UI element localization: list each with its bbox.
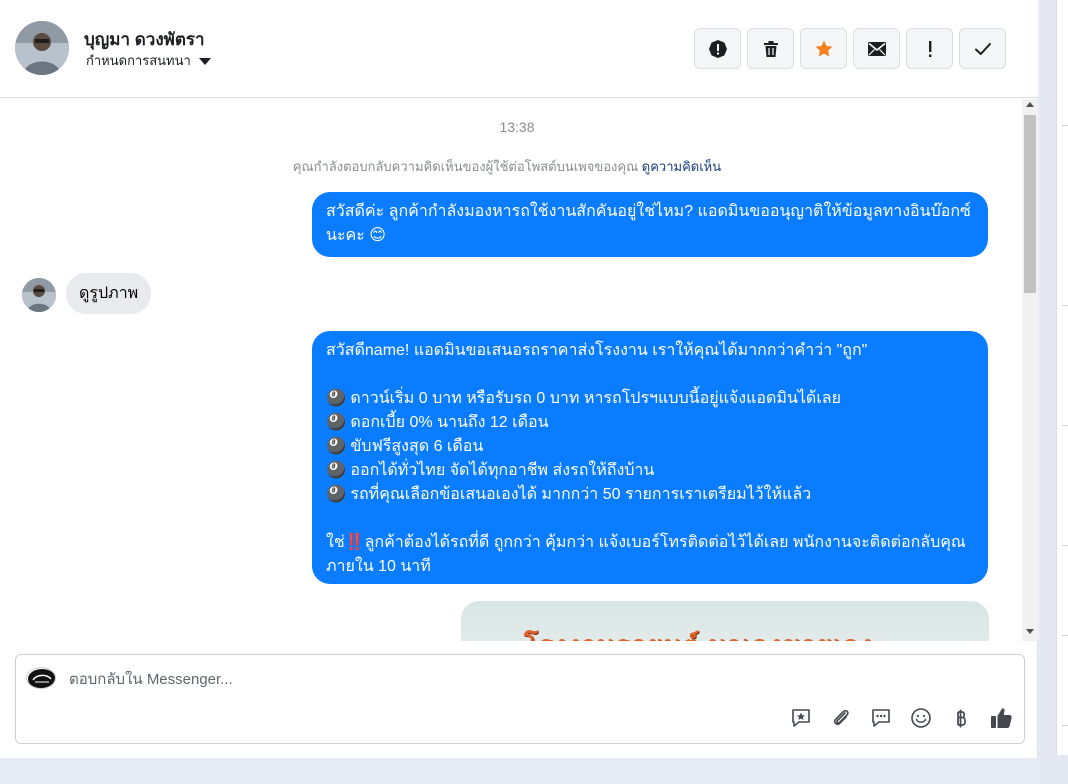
contact-avatar[interactable] [15,21,69,75]
trash-icon [763,40,778,57]
right-panel-divider [1062,425,1068,426]
conversation-panel: บุญมา ดวงพัตรา กำหนดการสนทนา 13:38 คุณกำ… [0,0,1038,758]
right-side-panel [1056,0,1068,755]
chat-bubble-icon[interactable] [869,706,893,730]
priority-button[interactable] [906,28,953,69]
exclamation-icon [928,40,931,57]
attachment-icon[interactable] [829,706,853,730]
done-button[interactable] [959,28,1006,69]
delete-button[interactable] [747,28,794,69]
thumbs-up-icon[interactable] [989,706,1013,730]
check-icon [974,42,991,55]
contact-name: บุญมา ดวงพัตรา [84,30,205,49]
mark-unread-button[interactable] [853,28,900,69]
baht-icon[interactable] [949,706,973,730]
view-comment-link[interactable]: ดูความคิดเห็น [642,159,721,174]
page-avatar [26,667,56,689]
assign-conversation-label: กำหนดการสนทนา [86,53,191,68]
assign-conversation-dropdown[interactable]: กำหนดการสนทนา [86,50,211,71]
incoming-message[interactable]: ดูรูปภาพ [66,273,152,314]
caret-down-icon [198,58,211,65]
saved-reply-icon[interactable] [789,706,813,730]
scroll-up-arrow-icon[interactable] [1026,102,1034,107]
message-list: 13:38 คุณกำลังตอบกลับความคิดเห็นของผู้ใช… [2,99,1022,641]
image-message[interactable]: โรงงานรถยนต์ มาเองขายเอง [461,601,989,641]
composer-toolbar [789,706,1013,730]
reply-context-note: คุณกำลังตอบกลับความคิดเห็นของผู้ใช้ต่อโพ… [2,156,1012,177]
right-panel-divider [1062,305,1068,306]
report-button[interactable] [694,28,741,69]
message-timestamp: 13:38 [499,119,535,135]
right-panel-divider [1062,125,1068,126]
scroll-down-arrow-icon[interactable] [1026,629,1034,634]
image-caption-text: โรงงานรถยนต์ มาเองขายเอง [524,625,873,641]
emoji-icon[interactable] [909,706,933,730]
header-actions [694,28,1006,69]
right-panel-divider [1062,635,1068,636]
message-list-scrollbar[interactable] [1022,99,1038,641]
right-panel-divider [1062,725,1068,726]
star-button[interactable] [800,28,847,69]
message-composer [15,654,1025,744]
envelope-icon [867,41,886,56]
star-icon [815,40,832,57]
outgoing-message[interactable]: สวัสดีname! แอดมินขอเสนอรถราคาส่งโรงงาน … [312,331,988,584]
reply-context-text: คุณกำลังตอบกลับความคิดเห็นของผู้ใช้ต่อโพ… [292,159,639,174]
right-panel-divider [1062,545,1068,546]
conversation-header: บุญมา ดวงพัตรา กำหนดการสนทนา [0,0,1038,98]
contact-avatar-small [22,278,56,312]
alert-circle-icon [708,39,727,58]
reply-input[interactable] [69,671,769,688]
outgoing-message[interactable]: สวัสดีค่ะ ลูกค้ากำลังมองหารถใช้งานสักคัน… [312,192,988,257]
scrollbar-thumb[interactable] [1024,115,1036,293]
